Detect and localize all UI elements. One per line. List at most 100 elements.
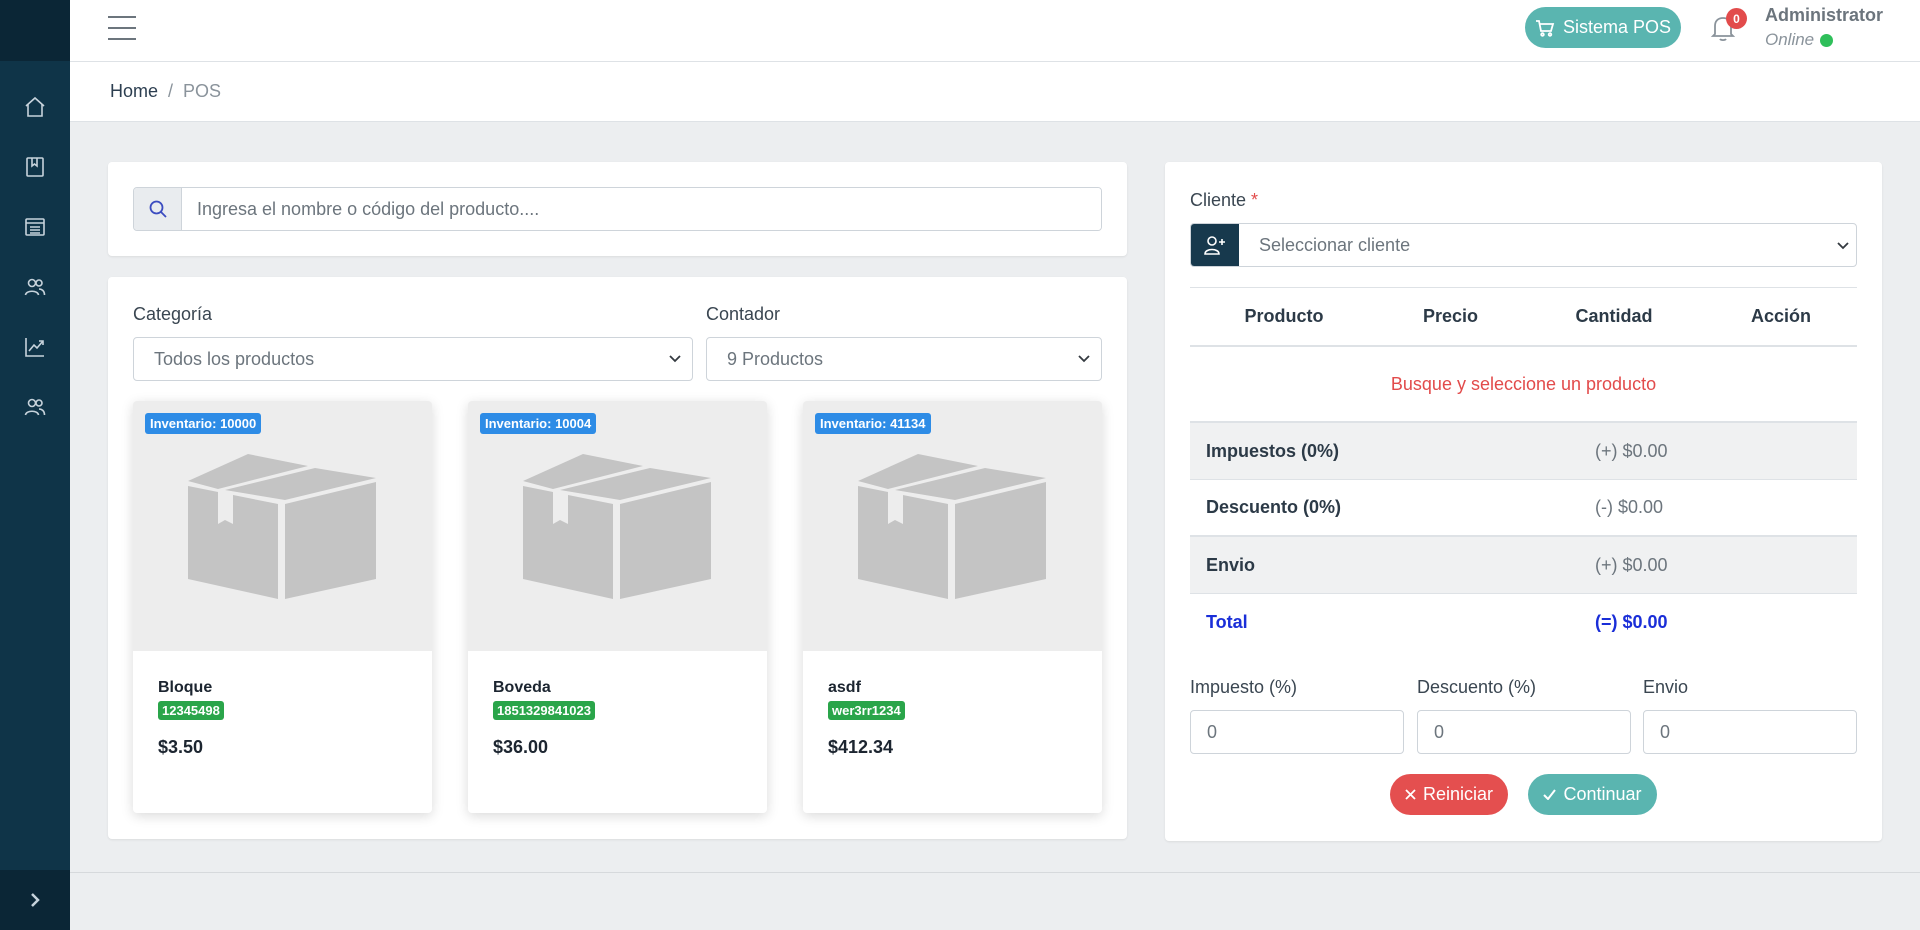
category-select-value: Todos los productos: [154, 348, 315, 369]
chevron-right-icon: [31, 893, 40, 907]
summary-row-tax: Impuestos (0%) (+) $0.00: [1190, 423, 1857, 480]
cart-card: Cliente * Seleccionar cliente Producto P…: [1165, 162, 1882, 841]
sidebar-item-clients[interactable]: [0, 377, 70, 437]
summary-label: Descuento (0%): [1206, 497, 1342, 517]
product-search-input[interactable]: [182, 188, 1101, 230]
summary-row-discount: Descuento (0%) (-) $0.00: [1190, 480, 1857, 537]
users-icon: [24, 278, 46, 296]
summary-row-shipping: Envio (+) $0.00: [1190, 537, 1857, 594]
product-code-badge: wer3rr1234: [828, 701, 905, 720]
pos-system-button[interactable]: Sistema POS: [1525, 7, 1681, 48]
users-icon: [24, 398, 46, 416]
category-label: Categoría: [133, 304, 213, 324]
list-icon: [25, 218, 45, 236]
hamburger-icon-bar: [108, 38, 136, 40]
product-card[interactable]: Inventario: 10004 Boveda 1851329841023 $…: [468, 401, 767, 813]
sidebar-item-home[interactable]: [0, 77, 70, 137]
counter-label: Contador: [706, 304, 781, 324]
chevron-down-icon: [1078, 355, 1090, 363]
shipping-label: Envio: [1643, 677, 1689, 697]
product-price: $412.34: [828, 737, 894, 757]
client-select-group: Seleccionar cliente: [1190, 223, 1857, 267]
box-icon: [522, 453, 711, 599]
menu-toggle[interactable]: [108, 16, 136, 40]
product-name: Boveda: [493, 679, 551, 696]
hamburger-icon: [108, 16, 136, 18]
client-select-value: Seleccionar cliente: [1259, 234, 1411, 255]
top-header: Sistema POS 0 Administrator Online: [70, 0, 1920, 62]
home-icon: [25, 96, 45, 117]
category-select[interactable]: Todos los productos: [133, 337, 693, 381]
products-card: Categoría Todos los productos Contador 9…: [108, 277, 1127, 839]
box-icon: [857, 453, 1046, 599]
summary-label: Total: [1206, 612, 1248, 632]
sidebar-expand-toggle[interactable]: [0, 870, 70, 930]
breadcrumb: Home / POS: [110, 81, 221, 102]
pos-system-label: Sistema POS: [1562, 17, 1672, 37]
breadcrumb-current: POS: [183, 81, 222, 101]
discount-input[interactable]: [1417, 710, 1631, 754]
product-price: $36.00: [493, 737, 549, 757]
chart-line-icon: [25, 338, 44, 357]
sidebar: [0, 0, 70, 930]
user-status-text: Online: [1765, 30, 1815, 49]
summary-label: Envio: [1206, 554, 1256, 575]
chevron-down-icon: [669, 355, 681, 363]
inventory-badge: Inventario: 41134: [815, 413, 931, 434]
continue-button[interactable]: Continuar: [1528, 774, 1657, 815]
summary-row-total: Total (=) $0.00: [1190, 594, 1857, 651]
product-code-badge: 1851329841023: [493, 701, 595, 720]
reset-button[interactable]: Reiniciar: [1390, 774, 1508, 815]
product-image-placeholder: [468, 401, 767, 651]
breadcrumb-bar: Home / POS: [70, 62, 1920, 122]
tax-label: Impuesto (%): [1190, 677, 1298, 697]
sidebar-item-reports[interactable]: [0, 317, 70, 377]
product-card[interactable]: Inventario: 10000 Bloque 12345498 $3.50: [133, 401, 432, 813]
breadcrumb-separator: /: [168, 81, 174, 101]
summary-value: (+) $0.00: [1595, 554, 1668, 575]
user-plus-icon: [1204, 236, 1225, 255]
discount-label: Descuento (%): [1417, 677, 1537, 697]
sidebar-brand: [0, 0, 70, 61]
breadcrumb-home-link[interactable]: Home: [110, 81, 158, 102]
notifications-button[interactable]: 0: [1710, 8, 1747, 44]
add-client-button[interactable]: [1191, 224, 1239, 266]
client-label: Cliente *: [1190, 190, 1258, 211]
required-marker: *: [1251, 190, 1259, 210]
product-image-placeholder: [133, 401, 432, 651]
cart-icon: [1535, 19, 1555, 37]
product-name: asdf: [828, 679, 861, 696]
product-search-card: [108, 162, 1127, 256]
inventory-badge: Inventario: 10004: [480, 413, 597, 434]
close-icon: [1405, 789, 1416, 800]
hamburger-icon-bar: [108, 27, 136, 29]
client-select[interactable]: Seleccionar cliente: [1239, 224, 1856, 266]
sidebar-item-list[interactable]: [0, 197, 70, 257]
search-addon: [134, 188, 182, 230]
shipping-input[interactable]: [1643, 710, 1857, 754]
user-status: Online: [1765, 30, 1883, 50]
counter-select-value: 9 Productos: [727, 348, 824, 369]
product-search-group: [133, 187, 1102, 231]
user-menu[interactable]: Administrator Online: [1765, 5, 1883, 50]
column-header-quantity: Cantidad: [1575, 306, 1653, 326]
book-icon: [26, 157, 44, 177]
cart-empty-message: Busque y seleccione un producto: [1190, 347, 1857, 423]
search-icon: [149, 200, 167, 218]
summary-value: (-) $0.00: [1595, 497, 1664, 517]
cart-table: Producto Precio Cantidad Acción Busque y…: [1190, 287, 1857, 651]
client-label-text: Cliente: [1190, 190, 1247, 210]
sidebar-item-users[interactable]: [0, 257, 70, 317]
tax-input[interactable]: [1190, 710, 1404, 754]
continue-label: Continuar: [1563, 784, 1642, 804]
product-image-placeholder: [803, 401, 1102, 651]
notification-badge: 0: [1726, 8, 1747, 29]
check-icon: [1543, 789, 1557, 800]
product-price: $3.50: [158, 737, 204, 757]
reset-label: Reiniciar: [1422, 784, 1494, 804]
product-card[interactable]: Inventario: 41134 asdf wer3rr1234 $412.3…: [803, 401, 1102, 813]
sidebar-item-catalog[interactable]: [0, 137, 70, 197]
counter-select[interactable]: 9 Productos: [706, 337, 1102, 381]
summary-value: (+) $0.00: [1595, 440, 1668, 461]
column-header-action: Acción: [1750, 306, 1811, 326]
